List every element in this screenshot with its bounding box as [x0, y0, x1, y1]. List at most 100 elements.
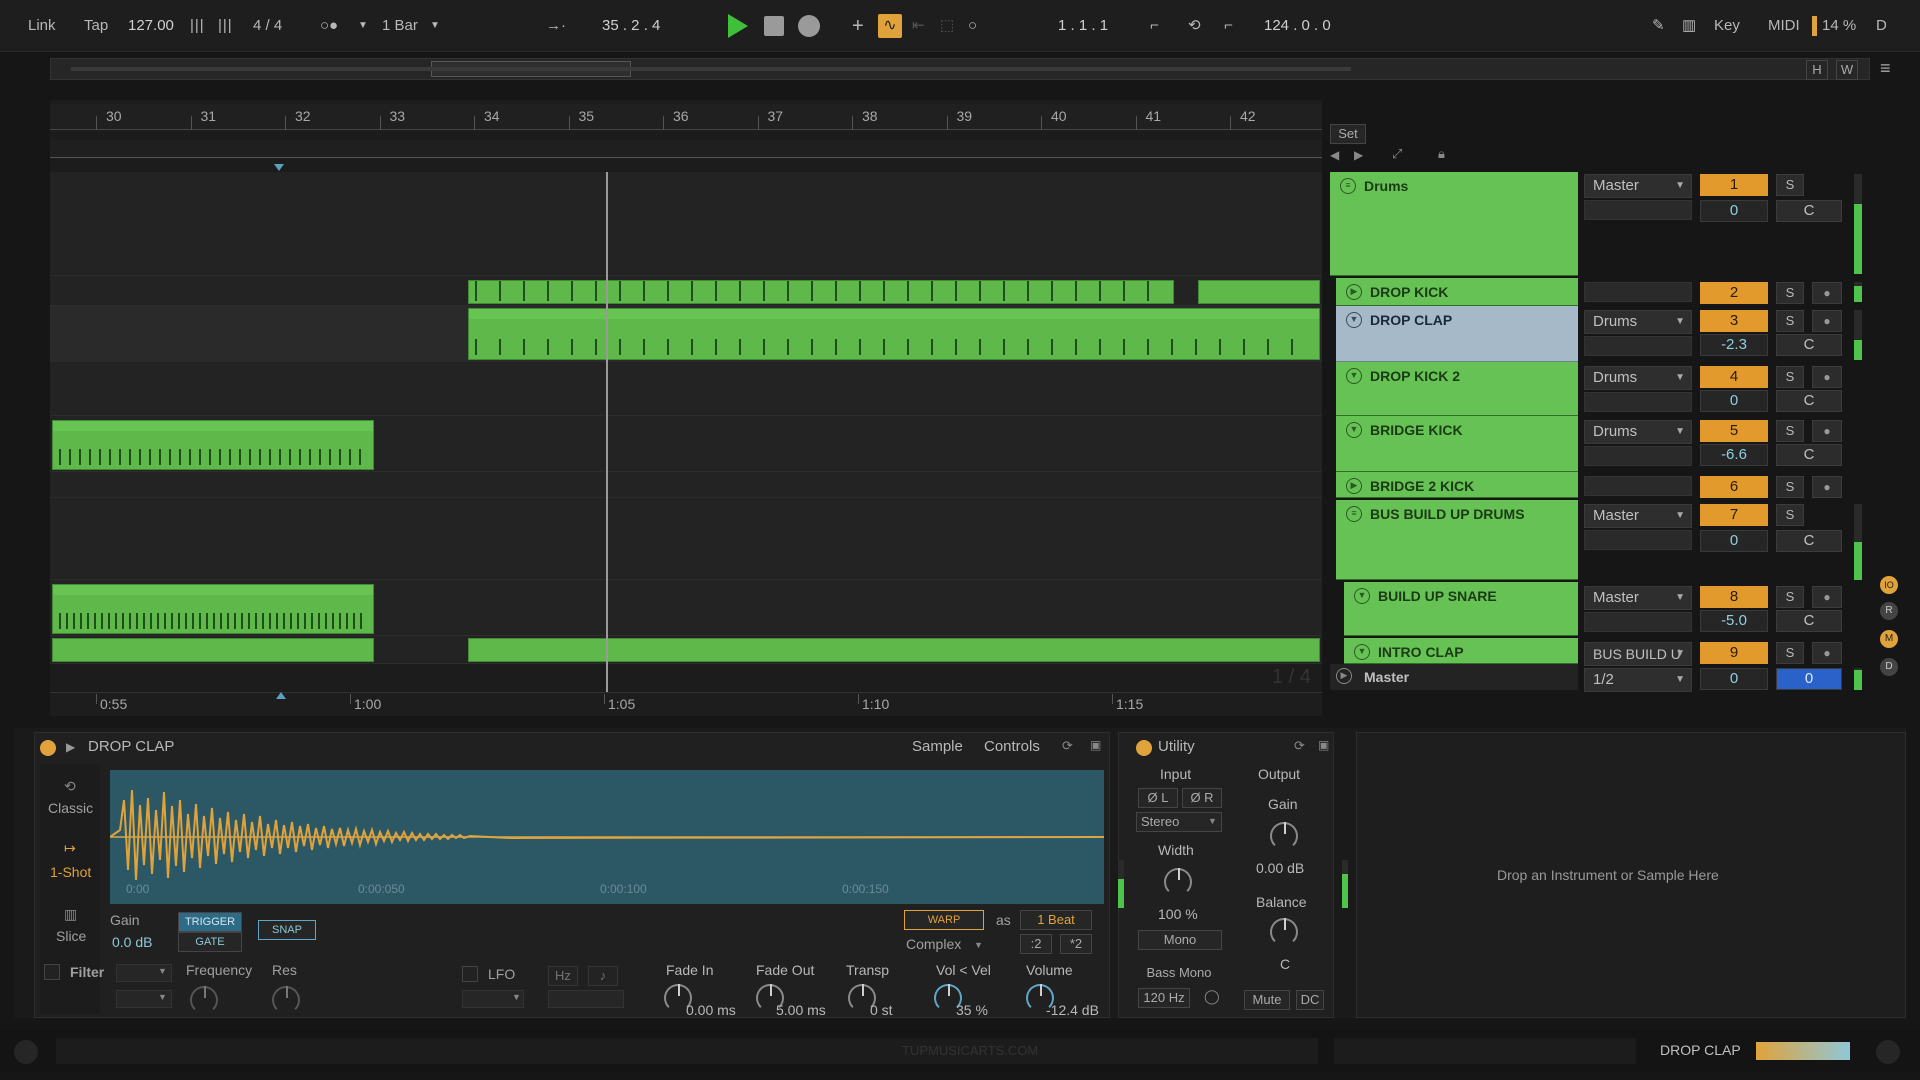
- track-bridge-2-kick[interactable]: ▶ BRIDGE 2 KICK: [1336, 472, 1578, 498]
- output-select[interactable]: BUS BUILD U: [1584, 642, 1692, 666]
- expand-icon[interactable]: ▼: [1346, 422, 1362, 438]
- expand-icon[interactable]: ▶: [1346, 284, 1362, 300]
- delay-toggle-icon[interactable]: D: [1880, 658, 1898, 676]
- clip-drop-clap[interactable]: [468, 308, 1320, 360]
- clip-build-up-snare[interactable]: [52, 584, 374, 634]
- set-locator-button[interactable]: Set: [1330, 124, 1366, 144]
- group-fold-icon[interactable]: ≡: [1340, 178, 1356, 194]
- warp-beats-field[interactable]: 1 Beat: [1020, 910, 1092, 930]
- device-on-icon[interactable]: [40, 740, 56, 756]
- returns-toggle-icon[interactable]: R: [1880, 602, 1898, 620]
- gain-value[interactable]: 0.0 dB: [112, 934, 152, 950]
- output-select[interactable]: Drums: [1584, 420, 1692, 444]
- lfo-toggle[interactable]: [462, 966, 478, 982]
- gain-knob[interactable]: [1270, 822, 1298, 850]
- key-map-button[interactable]: Key: [1714, 14, 1740, 38]
- lfo-sync-button[interactable]: ♪: [588, 966, 618, 986]
- volume-field[interactable]: -6.6: [1700, 444, 1768, 466]
- capture-midi-icon[interactable]: ⬚: [940, 14, 954, 38]
- resonance-knob[interactable]: [272, 986, 300, 1014]
- clip-intro-clap[interactable]: [52, 638, 374, 662]
- expand-icon[interactable]: ▼: [1354, 588, 1370, 604]
- follow-icon[interactable]: →·: [546, 14, 566, 38]
- draw-mode-icon[interactable]: ✎: [1652, 14, 1665, 38]
- output-channel-select[interactable]: [1584, 530, 1692, 550]
- solo-button[interactable]: S: [1776, 420, 1804, 442]
- volume-field[interactable]: 0: [1700, 390, 1768, 412]
- track-drop-clap[interactable]: ▼ DROP CLAP: [1336, 306, 1578, 362]
- lane-bus-build-up[interactable]: [50, 498, 1322, 580]
- solo-button[interactable]: S: [1776, 282, 1804, 304]
- track-drums[interactable]: ≡ Drums: [1330, 172, 1578, 276]
- expand-icon[interactable]: ▼: [1346, 312, 1362, 328]
- master-output-select[interactable]: 1/2: [1584, 668, 1692, 692]
- play-button[interactable]: [728, 14, 748, 38]
- output-select[interactable]: [1584, 476, 1692, 496]
- session-record-icon[interactable]: ○: [968, 14, 977, 38]
- volume-field[interactable]: -2.3: [1700, 334, 1768, 356]
- arm-record-icon[interactable]: ●: [1812, 282, 1842, 304]
- group-fold-icon[interactable]: ≡: [1346, 506, 1362, 522]
- stop-button[interactable]: [764, 16, 784, 36]
- solo-button[interactable]: S: [1776, 310, 1804, 332]
- warp-button[interactable]: WARP: [904, 910, 984, 930]
- clip-bridge-kick[interactable]: [52, 420, 374, 470]
- arm-record-icon[interactable]: ●: [1812, 586, 1842, 608]
- frequency-knob[interactable]: [190, 986, 218, 1014]
- mixer-toggle-icon[interactable]: M: [1880, 630, 1898, 648]
- classic-mode-button[interactable]: Classic: [48, 800, 93, 816]
- optimize-height-button[interactable]: H: [1806, 60, 1828, 80]
- snap-button[interactable]: SNAP: [258, 920, 316, 940]
- loop-start-field[interactable]: 1 . 1 . 1: [1058, 14, 1108, 38]
- track-bus-build-up-drums[interactable]: ≡ BUS BUILD UP DRUMS: [1336, 500, 1578, 580]
- arm-record-icon[interactable]: ●: [1812, 366, 1842, 388]
- phase-right-button[interactable]: Ø R: [1182, 788, 1222, 808]
- punch-out-icon[interactable]: ⌐: [1224, 14, 1233, 38]
- track-activator[interactable]: 3: [1700, 310, 1768, 332]
- slice-mode-button[interactable]: Slice: [56, 928, 86, 944]
- bass-mono-button[interactable]: Bass Mono: [1136, 964, 1222, 984]
- device-drop-zone[interactable]: Drop an Instrument or Sample Here: [1356, 732, 1906, 1018]
- locator-strip[interactable]: [50, 140, 1322, 158]
- output-select[interactable]: Master: [1584, 174, 1692, 198]
- lane-drop-kick-2[interactable]: [50, 362, 1322, 416]
- solo-button[interactable]: S: [1776, 504, 1804, 526]
- device-on-icon[interactable]: [1136, 740, 1152, 756]
- output-select[interactable]: [1584, 282, 1692, 302]
- output-select[interactable]: Drums: [1584, 310, 1692, 334]
- solo-button[interactable]: S: [1776, 586, 1804, 608]
- arm-record-icon[interactable]: ●: [1812, 310, 1842, 332]
- metronome-menu-icon[interactable]: ▼: [358, 14, 368, 38]
- pan-field[interactable]: C: [1776, 444, 1842, 466]
- lane-drums[interactable]: [50, 172, 1322, 276]
- nudge-down-icon[interactable]: |||: [190, 14, 205, 38]
- track-intro-clap[interactable]: ▼ INTRO CLAP: [1344, 638, 1578, 664]
- record-button[interactable]: [798, 15, 820, 37]
- track-master[interactable]: ▶ Master: [1330, 664, 1578, 690]
- track-drop-kick-2[interactable]: ▼ DROP KICK 2: [1336, 362, 1578, 416]
- io-toggle-icon[interactable]: IO: [1880, 576, 1898, 594]
- expand-icon[interactable]: ▶: [1336, 668, 1352, 684]
- output-channel-select[interactable]: [1584, 446, 1692, 466]
- gate-button[interactable]: GATE: [178, 932, 242, 952]
- expand-icon[interactable]: ▶: [1346, 478, 1362, 494]
- controls-tab[interactable]: Controls: [984, 738, 1040, 755]
- output-channel-select[interactable]: [1584, 392, 1692, 412]
- master-volume-field[interactable]: 0: [1700, 668, 1768, 690]
- loop-length-field[interactable]: 124 . 0 . 0: [1264, 14, 1331, 38]
- automation-arm-icon[interactable]: ∿: [878, 14, 902, 38]
- lock-icon[interactable]: 🔒︎: [1438, 146, 1445, 162]
- output-channel-select[interactable]: [1584, 200, 1692, 220]
- warp-mode-select[interactable]: Complex: [906, 936, 961, 952]
- detail-toggle-icon[interactable]: [1876, 1040, 1900, 1064]
- track-activator[interactable]: 9: [1700, 642, 1768, 664]
- clip-intro-clap-2[interactable]: [468, 638, 1320, 662]
- mute-button[interactable]: Mute: [1244, 990, 1290, 1010]
- output-channel-select[interactable]: [1584, 336, 1692, 356]
- volume-field[interactable]: -5.0: [1700, 610, 1768, 632]
- computer-keyboard-icon[interactable]: ▥: [1682, 14, 1696, 38]
- next-locator-icon[interactable]: ▶: [1354, 148, 1363, 162]
- solo-button[interactable]: S: [1776, 642, 1804, 664]
- lfo-rate-field[interactable]: [548, 990, 624, 1008]
- output-select[interactable]: Master: [1584, 504, 1692, 528]
